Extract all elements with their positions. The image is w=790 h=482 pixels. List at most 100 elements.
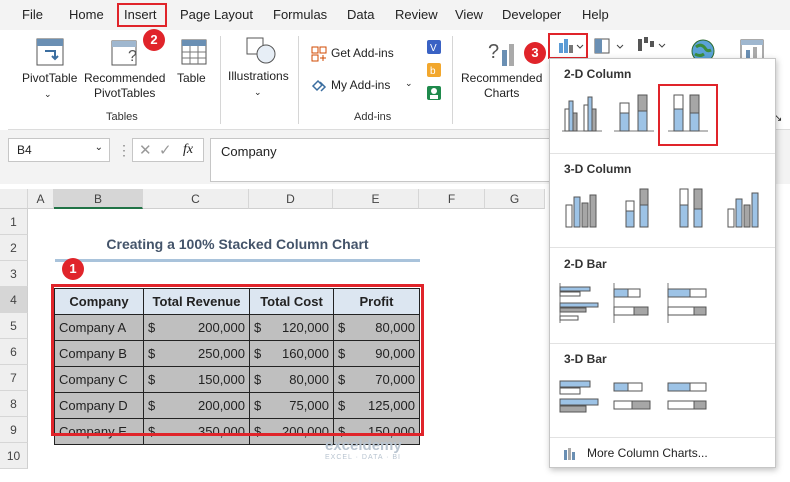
3d-clustered-column-icon[interactable] [558, 183, 606, 229]
dropdown-separator [550, 153, 775, 154]
ribbon-separator [298, 36, 299, 124]
pivottable-dropdown-icon[interactable]: ⌄ [44, 87, 52, 102]
my-addins-icon[interactable] [311, 78, 329, 94]
clustered-column-icon[interactable] [558, 87, 606, 133]
menu-file[interactable]: File [22, 7, 43, 22]
more-column-charts-label: More Column Charts... [587, 446, 708, 460]
formula-controls: ✕ ✓ fx [132, 138, 204, 162]
watermark-logo: exceldemy EXCEL · DATA · BI [325, 437, 402, 461]
column-chart-highlight [548, 33, 588, 59]
insert-highlight [117, 3, 167, 27]
3d-clustered-bar-icon[interactable] [556, 375, 604, 421]
3d-stacked-column-icon[interactable] [616, 183, 664, 229]
waterfall-chart-icon[interactable] [635, 35, 669, 55]
step-badge-1: 1 [62, 258, 84, 280]
visio-icon[interactable]: V [426, 39, 442, 55]
svg-text:?: ? [128, 48, 137, 65]
row-header[interactable]: 7 [0, 365, 28, 391]
name-box[interactable]: B4 ⌄ [8, 138, 110, 162]
3d-100-percent-stacked-column-icon[interactable] [670, 183, 718, 229]
row-header[interactable]: 1 [0, 209, 28, 235]
watermark-text: exceldemy [325, 437, 402, 454]
section-3d-bar: 3-D Bar [564, 352, 607, 366]
svg-text:?: ? [488, 41, 499, 63]
illustrations-label: Illustrations [228, 69, 289, 83]
menu-data[interactable]: Data [347, 7, 374, 22]
col-header-b[interactable]: B [54, 189, 143, 209]
row-header[interactable]: 6 [0, 339, 28, 365]
dropdown-separator [550, 343, 775, 344]
row-header[interactable]: 4 [0, 287, 28, 313]
svg-text:V: V [430, 43, 437, 54]
name-box-dropdown-icon[interactable]: ⌄ [95, 142, 103, 153]
menu-page-layout[interactable]: Page Layout [180, 7, 253, 22]
dropdown-separator [550, 247, 775, 248]
section-2d-column: 2-D Column [564, 67, 632, 81]
section-3d-column: 3-D Column [564, 162, 632, 176]
col-header-d[interactable]: D [249, 189, 333, 209]
worksheet-grid: A B C D E F G 1 2 3 4 5 6 7 8 9 10 Creat… [0, 189, 560, 482]
menu-view[interactable]: View [455, 7, 483, 22]
col-header-a[interactable]: A [28, 189, 54, 209]
table-selection-highlight [51, 284, 424, 436]
clustered-bar-icon[interactable] [556, 279, 604, 325]
table-icon[interactable] [179, 37, 209, 67]
menu-bar: File Home Insert Page Layout Formulas Da… [0, 0, 790, 30]
select-all-corner[interactable] [0, 189, 28, 209]
pivottable-label: PivotTable [22, 71, 78, 85]
recommended-pivottables-label: Recommended PivotTables [84, 71, 166, 100]
col-header-c[interactable]: C [143, 189, 249, 209]
pivottable-icon[interactable] [35, 37, 65, 67]
get-addins-label[interactable]: Get Add-ins [331, 46, 394, 61]
col-header-f[interactable]: F [419, 189, 485, 209]
illustrations-icon[interactable] [244, 34, 278, 66]
name-box-value: B4 [17, 143, 32, 157]
more-column-charts-item[interactable]: More Column Charts... [560, 444, 770, 464]
addins-group-label: Add-ins [354, 111, 392, 123]
hierarchy-chart-icon[interactable] [593, 37, 627, 55]
step-badge-2: 2 [143, 29, 165, 51]
menu-developer[interactable]: Developer [502, 7, 561, 22]
ribbon-separator [220, 36, 221, 124]
tables-group-label: Tables [106, 111, 138, 123]
recommended-pivottables-icon[interactable]: ? [110, 37, 140, 67]
table-label: Table [177, 71, 206, 85]
3d-stacked-bar-icon[interactable] [610, 375, 658, 421]
my-addins-dropdown-icon[interactable]: ⌄ [405, 76, 413, 91]
formula-bar-grip-icon: ⋮ [117, 142, 131, 158]
row-header[interactable]: 3 [0, 261, 28, 287]
get-addins-icon[interactable] [311, 46, 327, 62]
col-header-g[interactable]: G [485, 189, 545, 209]
col-header-e[interactable]: E [333, 189, 419, 209]
menu-review[interactable]: Review [395, 7, 438, 22]
row-header[interactable]: 8 [0, 391, 28, 417]
enter-icon[interactable]: ✓ [159, 141, 172, 159]
bing-maps-icon[interactable]: b [426, 62, 442, 78]
illustrations-dropdown-icon[interactable]: ⌄ [254, 85, 262, 100]
3d-100-percent-stacked-bar-icon[interactable] [664, 375, 712, 421]
row-header[interactable]: 5 [0, 313, 28, 339]
title-underline [55, 259, 420, 262]
dropdown-separator [550, 437, 775, 438]
menu-help[interactable]: Help [582, 7, 609, 22]
watermark-subtext: EXCEL · DATA · BI [325, 454, 401, 461]
3d-column-icon[interactable] [722, 183, 770, 229]
menu-home[interactable]: Home [69, 7, 104, 22]
insert-function-icon[interactable]: fx [183, 142, 193, 158]
sheet-title: Creating a 100% Stacked Column Chart [106, 236, 369, 252]
formula-input[interactable]: Company [210, 138, 560, 182]
step-badge-3: 3 [524, 42, 546, 64]
row-header[interactable]: 2 [0, 235, 28, 261]
stacked-column-icon[interactable] [610, 87, 658, 133]
cancel-icon[interactable]: ✕ [139, 141, 152, 159]
more-charts-icon [564, 448, 575, 460]
stacked-bar-icon[interactable] [610, 279, 658, 325]
recommended-charts-icon[interactable]: ? [486, 36, 518, 68]
row-header[interactable]: 10 [0, 443, 28, 469]
menu-formulas[interactable]: Formulas [273, 7, 327, 22]
section-2d-bar: 2-D Bar [564, 257, 607, 271]
row-header[interactable]: 9 [0, 417, 28, 443]
100-percent-stacked-bar-icon[interactable] [664, 279, 712, 325]
people-graph-icon[interactable] [426, 85, 442, 101]
my-addins-label[interactable]: My Add-ins [331, 78, 390, 93]
